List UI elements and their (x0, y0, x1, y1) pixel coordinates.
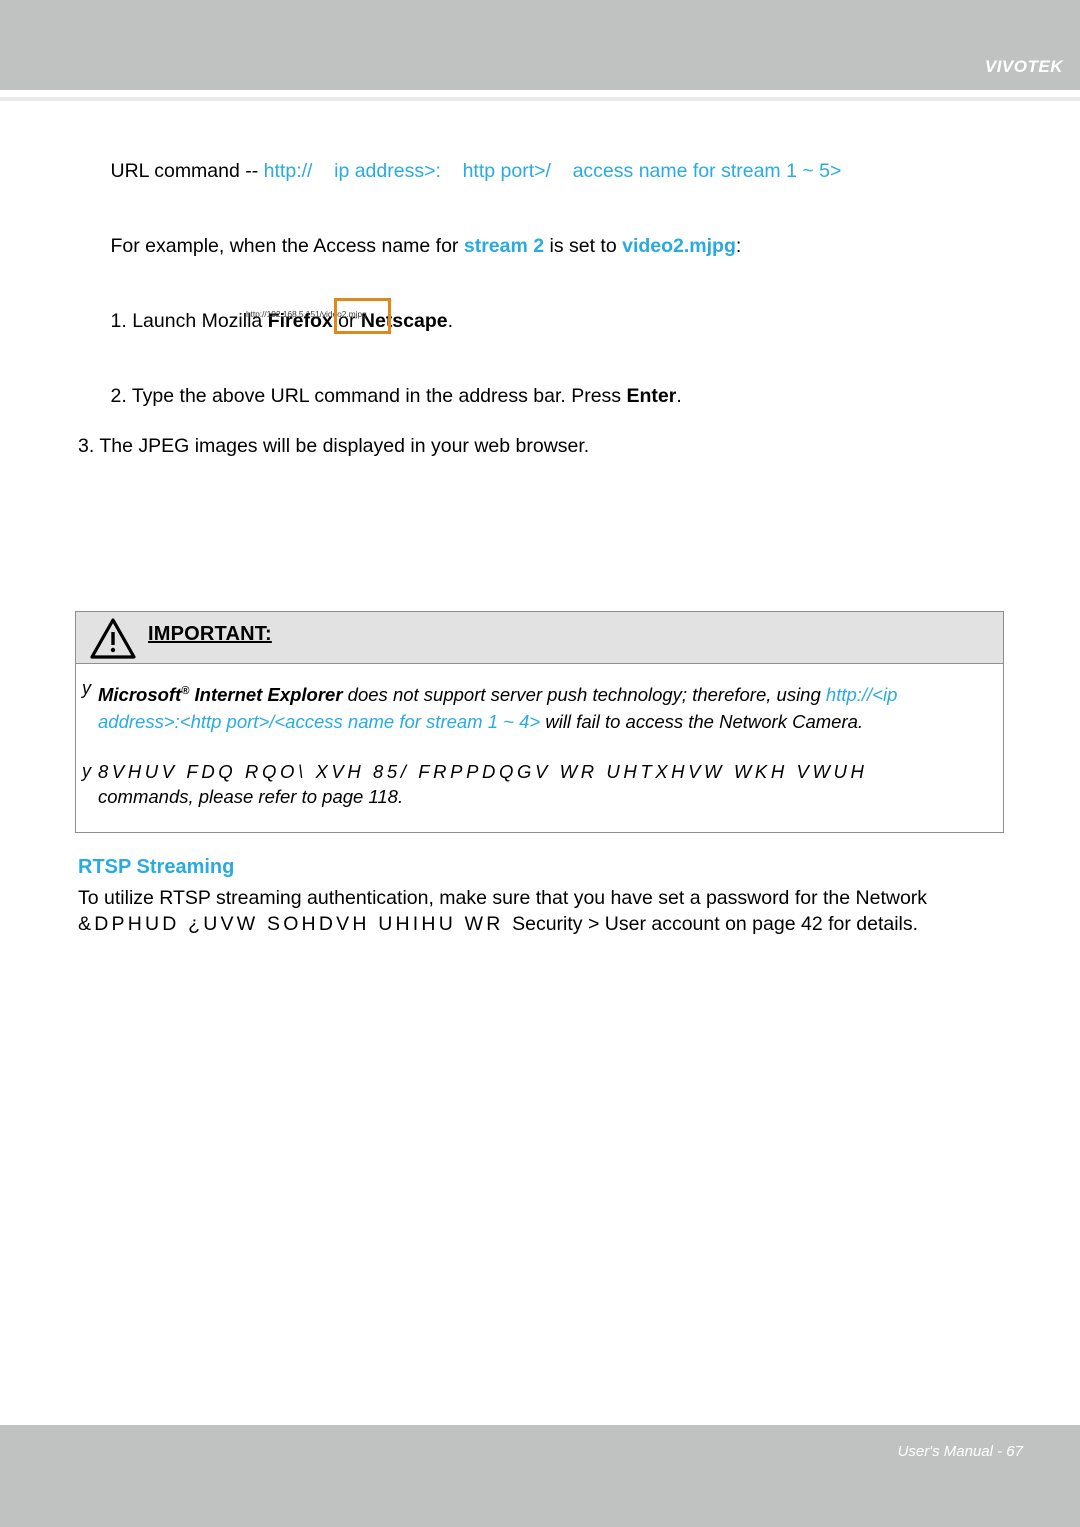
bullet-1-link-part-2: address>:<http port>/<access name for st… (98, 711, 541, 733)
step1-prefix: 1. Launch Mozilla (110, 310, 268, 332)
rtsp-garbled-text: &DPHUD ¿UVW SOHDVH UHIHU WR (78, 913, 513, 935)
bullet-1-link-part-1: http://<ip (825, 684, 898, 706)
bullet-1-line-2: address>:<http port>/<access name for st… (98, 708, 1003, 735)
warning-triangle-icon (90, 618, 136, 659)
step2-suffix: . (676, 385, 682, 407)
url-command-value: http:// ip address>: http port>/ access … (263, 160, 842, 182)
page-header-band: VIVOTEK (0, 0, 1080, 90)
example-mid: is set to (544, 235, 623, 257)
step-3: 3. The JPEG images will be displayed in … (78, 435, 590, 457)
step2-prefix: 2. Type the above URL command in the add… (110, 385, 627, 407)
example-stream-token: stream 2 (463, 235, 545, 257)
rtsp-plain-text: Security > User account on page 42 for d… (512, 913, 919, 935)
rtsp-paragraph-line-2: &DPHUD ¿UVW SOHDVH UHIHU WR Security > U… (78, 911, 1022, 937)
important-callout-header: IMPORTANT: (76, 612, 1003, 664)
microsoft-label: Microsoft (98, 684, 182, 706)
bullet-2-line-2: commands, please refer to page 118. (98, 786, 404, 808)
important-title: IMPORTANT: (148, 623, 272, 645)
internet-explorer-label: Internet Explorer (189, 684, 343, 706)
example-file-token: video2.mjpg (622, 235, 736, 257)
example-suffix: : (735, 235, 742, 257)
bullet-1-line-1: Microsoft® Internet Explorer does not su… (98, 678, 1003, 708)
footer-page-label: User's Manual - 67 (897, 1443, 1023, 1460)
url-command-line: URL command -- http:// ip address>: http… (78, 134, 1022, 209)
rtsp-paragraph-line-1: To utilize RTSP streaming authentication… (78, 887, 928, 909)
url-command-label: URL command -- (110, 160, 264, 182)
important-bullet-2: y 8VHUV FDQ RQO\ XVH 85/ FRPPDQGV WR UHT… (76, 761, 1003, 810)
important-callout: IMPORTANT: y Microsoft® Internet Explore… (75, 611, 1004, 834)
bullet-1-text-1: does not support server push technology;… (342, 684, 826, 706)
address-bar-figure: http://192.168.5.151/video2.mjpg (246, 298, 406, 334)
important-bullet-1: y Microsoft® Internet Explorer does not … (76, 678, 1003, 735)
important-callout-body: y Microsoft® Internet Explorer does not … (76, 664, 1003, 832)
vivotek-logo: VIVOTEK (984, 57, 1063, 76)
step1-suffix: . (447, 310, 454, 332)
step2-enter-key: Enter (626, 385, 677, 407)
bullet-1-text-2: will fail to access the Network Camera. (540, 711, 864, 733)
rtsp-streaming-section: RTSP Streaming To utilize RTSP streaming… (78, 856, 1022, 937)
example-prefix: For example, when the Access name for (110, 235, 464, 257)
step-1: 1. Launch Mozilla Firefox or Netscape. (78, 284, 1022, 359)
header-divider (0, 97, 1080, 101)
page-footer-band: User's Manual - 67 (0, 1425, 1080, 1527)
rtsp-section-heading: RTSP Streaming (78, 856, 235, 878)
orange-highlight-box (334, 298, 391, 334)
intro-text-block: URL command -- http:// ip address>: http… (78, 134, 1022, 459)
bullet-2-line-1: 8VHUV FDQ RQO\ XVH 85/ FRPPDQGV WR UHTXH… (98, 761, 868, 783)
step-2: 2. Type the above URL command in the add… (78, 359, 1022, 434)
bullet-marker-icon-2: y (82, 761, 91, 782)
bullet-marker-icon: y (82, 678, 91, 698)
example-line: For example, when the Access name for st… (78, 209, 1022, 284)
manual-page: VIVOTEK URL command -- http:// ip addres… (0, 0, 1080, 1527)
